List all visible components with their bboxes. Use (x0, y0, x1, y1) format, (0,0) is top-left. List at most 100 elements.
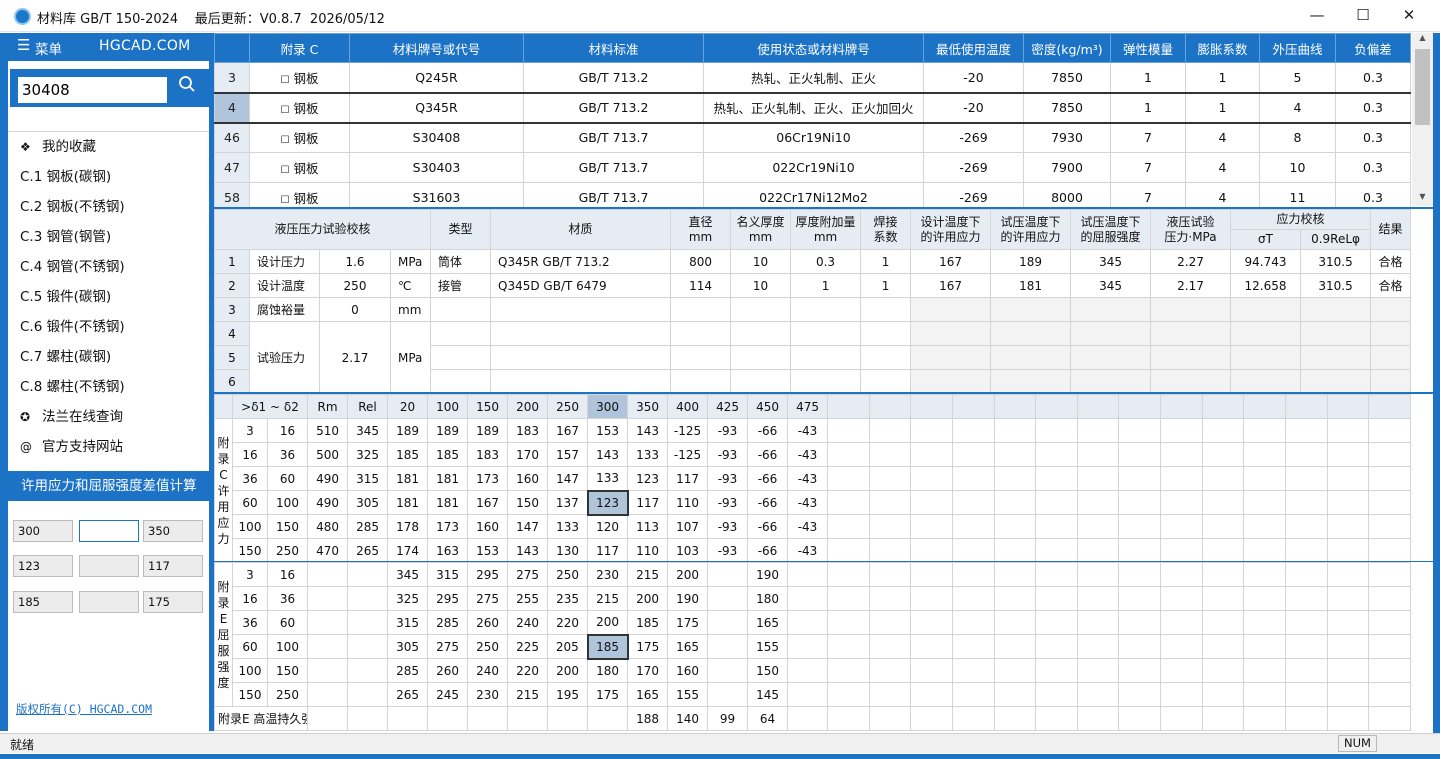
stress-cell[interactable]: 275 (427, 634, 469, 659)
stress-cell[interactable]: -43 (787, 490, 829, 515)
stress-cell[interactable]: 180 (747, 586, 789, 611)
stress-cell[interactable]: 260 (427, 658, 469, 683)
material-cell[interactable]: 06Cr19Ni10 (703, 122, 924, 153)
stress-cell[interactable]: -66 (747, 514, 789, 539)
hydro-cell[interactable]: 1 (790, 273, 862, 298)
hydro-cell[interactable] (1150, 321, 1232, 346)
stress-cell[interactable]: 60 (266, 466, 309, 491)
stress-cell[interactable]: 107 (667, 514, 709, 539)
stress-cell[interactable]: 16 (232, 586, 268, 611)
stress-cell[interactable]: 240 (467, 658, 509, 683)
stress-cell[interactable]: 174 (387, 538, 429, 563)
param-value-input[interactable]: 0 (319, 297, 391, 322)
stress-cell[interactable]: -93 (707, 490, 749, 515)
hydro-cell[interactable]: 114 (670, 273, 732, 298)
stress-cell[interactable]: -125 (667, 418, 709, 443)
stress-cell[interactable]: 215 (587, 586, 629, 611)
stress-cell[interactable]: -93 (707, 538, 749, 563)
copyright-link[interactable]: 版权所有(C) HGCAD.COM (16, 701, 152, 717)
stress-cell[interactable] (347, 658, 389, 683)
stress-cell[interactable]: 167 (547, 418, 589, 443)
stress-cell[interactable]: 157 (547, 442, 589, 467)
hydro-cell[interactable]: Q345R GB/T 713.2 (490, 249, 672, 274)
stress-cell[interactable]: 16 (266, 418, 309, 443)
stress-cell[interactable] (787, 610, 829, 635)
stress-cell[interactable] (707, 658, 749, 683)
hydro-cell[interactable] (1230, 369, 1302, 394)
material-cell[interactable]: S30403 (349, 152, 524, 183)
checkbox-icon[interactable]: ☐ (281, 165, 290, 176)
stress-cell[interactable]: 480 (307, 514, 349, 539)
column-header[interactable]: 材料标准 (523, 33, 704, 63)
stress-cell[interactable]: 250 (467, 634, 509, 659)
stress-cell[interactable] (307, 634, 349, 659)
stress-cell[interactable]: 230 (587, 562, 629, 587)
col-temp-header[interactable]: Rel (347, 394, 389, 419)
col-temp-header[interactable]: 400 (667, 394, 709, 419)
stress-cell[interactable]: 110 (627, 538, 669, 563)
material-cell[interactable]: ☐ 钢板 (249, 62, 350, 93)
scroll-up-arrow-icon[interactable]: ▲ (1412, 33, 1433, 47)
stress-cell[interactable]: 185 (427, 442, 469, 467)
column-header[interactable]: 材料牌号或代号 (349, 33, 524, 63)
material-cell[interactable]: Q245R (349, 62, 524, 93)
stress-cell[interactable]: 285 (387, 658, 429, 683)
hydro-cell[interactable]: 1 (860, 249, 912, 274)
material-cell[interactable]: 7850 (1023, 91, 1111, 124)
nav-item-c2[interactable]: C.2 钢板(不锈钢) (8, 192, 209, 222)
stress-cell[interactable]: 133 (587, 466, 629, 491)
hydro-cell[interactable]: 167 (910, 249, 992, 274)
hydro-cell[interactable] (860, 369, 912, 394)
nav-item-c7[interactable]: C.7 螺柱(碳钢) (8, 342, 209, 372)
material-cell[interactable]: 1 (1110, 91, 1186, 124)
material-cell[interactable]: 1 (1110, 62, 1186, 93)
stress-cell[interactable]: 143 (507, 538, 549, 563)
checkbox-icon[interactable]: ☐ (281, 135, 290, 146)
hydro-cell[interactable] (910, 369, 992, 394)
calc-field-temp-input[interactable] (79, 520, 139, 542)
stress-cell[interactable]: 510 (307, 418, 349, 443)
stress-cell[interactable]: 185 (627, 610, 669, 635)
hydro-cell[interactable]: 181 (990, 273, 1072, 298)
hydro-cell[interactable] (790, 369, 862, 394)
stress-cell[interactable]: 260 (467, 610, 509, 635)
stress-cell[interactable]: 225 (507, 634, 549, 659)
hydro-cell[interactable] (1300, 345, 1372, 370)
hydro-cell[interactable] (790, 297, 862, 322)
col-temp-header[interactable]: 450 (747, 394, 789, 419)
col-temp-header[interactable]: 100 (427, 394, 469, 419)
stress-cell[interactable]: 16 (266, 562, 309, 587)
stress-cell[interactable] (707, 634, 749, 659)
stress-cell[interactable]: 181 (387, 466, 429, 491)
hydro-cell[interactable] (910, 321, 992, 346)
hydro-cell[interactable]: 800 (670, 249, 732, 274)
material-cell[interactable]: 4 (1185, 122, 1260, 153)
material-cell[interactable]: ☐ 钢板 (249, 152, 350, 183)
stress-cell[interactable]: 200 (587, 610, 629, 635)
hydro-cell[interactable] (1230, 345, 1302, 370)
hydro-cell[interactable] (860, 321, 912, 346)
calc-field-stress-high[interactable]: 117 (143, 555, 203, 577)
hydro-cell[interactable] (1230, 297, 1302, 322)
stress-cell[interactable] (787, 586, 829, 611)
col-temp-header[interactable]: 300 (587, 394, 629, 419)
param-value-input[interactable]: 2.17 (319, 321, 391, 394)
hydro-cell[interactable] (1300, 369, 1372, 394)
material-cell[interactable]: 7 (1110, 122, 1186, 153)
stress-cell[interactable]: 295 (427, 586, 469, 611)
stress-cell[interactable]: 178 (387, 514, 429, 539)
nav-item-c5[interactable]: C.5 锻件(碳钢) (8, 282, 209, 312)
material-cell[interactable]: ☐ 钢板 (249, 91, 350, 124)
calc-field-yield-result[interactable] (79, 591, 139, 613)
material-cell[interactable]: ☐ 钢板 (249, 122, 350, 153)
stress-cell[interactable]: 113 (627, 514, 669, 539)
material-cell[interactable]: 0.3 (1335, 152, 1411, 183)
calc-field-stress-low[interactable]: 123 (13, 555, 73, 577)
stress-cell[interactable]: -66 (747, 418, 789, 443)
col-temp-header[interactable]: 425 (707, 394, 749, 419)
hydro-cell[interactable]: 10 (730, 249, 792, 274)
stress-cell[interactable]: -125 (667, 442, 709, 467)
stress-cell[interactable]: 181 (427, 490, 469, 515)
hydro-cell[interactable] (990, 345, 1072, 370)
hydro-cell[interactable]: 2.17 (1150, 273, 1232, 298)
